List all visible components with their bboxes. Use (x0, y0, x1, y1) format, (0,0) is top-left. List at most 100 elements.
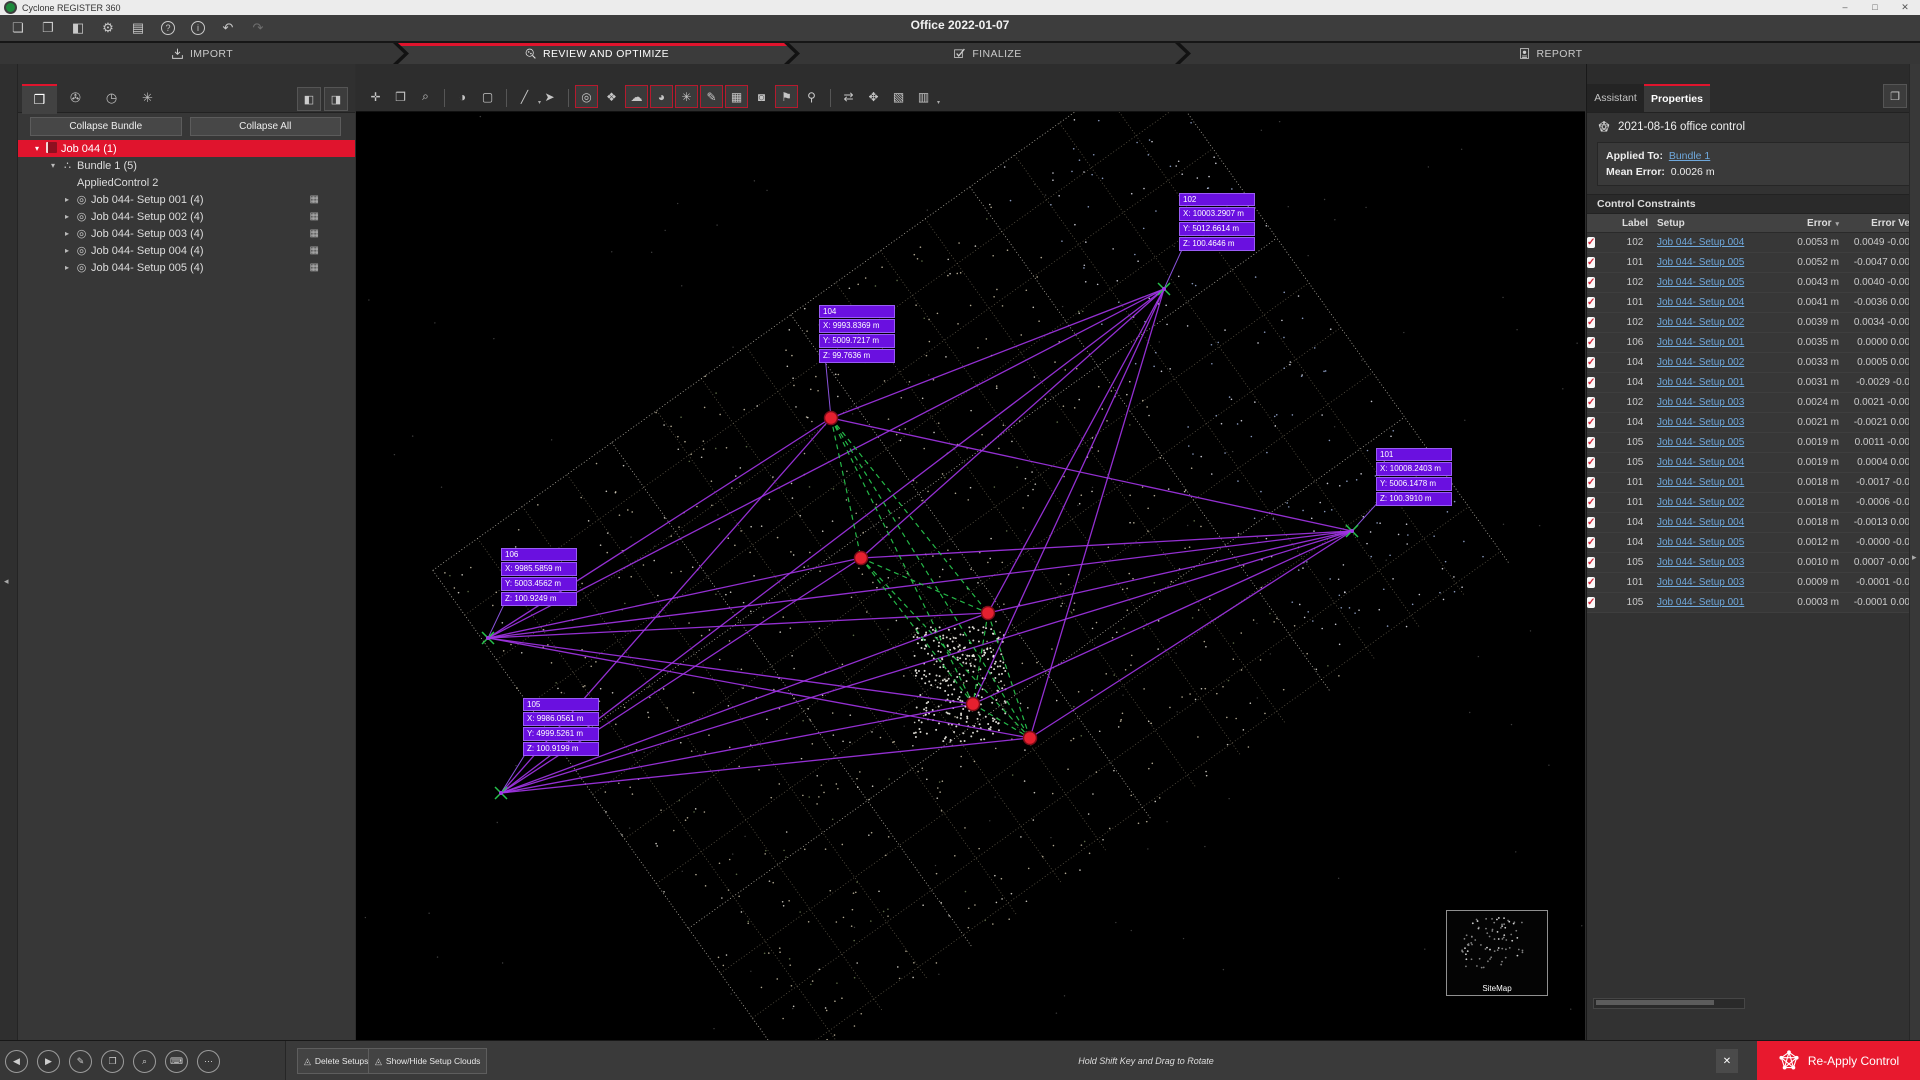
control-point-label[interactable]: 102X: 10003.2907 mY: 5012.6614 mZ: 100.4… (1179, 193, 1255, 252)
row-checkbox[interactable]: ✓ (1587, 557, 1595, 568)
setup-link[interactable]: Job 044- Setup 003 (1657, 557, 1744, 568)
minimize-button[interactable]: – (1830, 2, 1860, 13)
draw-link-icon[interactable]: ✎ (700, 85, 723, 108)
setup-node[interactable] (1024, 732, 1037, 745)
close-button[interactable]: ✕ (1890, 2, 1920, 13)
constraint-row[interactable]: ✓101Job 044- Setup 0040.0041 m-0.0036 0.… (1587, 293, 1910, 313)
pick-point-icon[interactable]: ➤ (538, 85, 561, 108)
constraint-row[interactable]: ✓104Job 044- Setup 0030.0021 m-0.0021 0.… (1587, 413, 1910, 433)
setup-link[interactable]: Job 044- Setup 002 (1657, 357, 1744, 368)
constraint-row[interactable]: ✓101Job 044- Setup 0030.0009 m-0.0001 -0… (1587, 573, 1910, 593)
setup-link[interactable]: Job 044- Setup 004 (1657, 237, 1744, 248)
constraint-row[interactable]: ✓102Job 044- Setup 0050.0043 m0.0040 -0.… (1587, 273, 1910, 293)
constraint-row[interactable]: ✓102Job 044- Setup 0040.0053 m0.0049 -0.… (1587, 233, 1910, 253)
setup-link[interactable]: Job 044- Setup 005 (1657, 537, 1744, 548)
expander-icon[interactable]: ▾ (46, 161, 60, 170)
constraint-row[interactable]: ✓101Job 044- Setup 0020.0018 m-0.0006 -0… (1587, 493, 1910, 513)
constraint-row[interactable]: ✓102Job 044- Setup 0020.0039 m0.0034 -0.… (1587, 313, 1910, 333)
viewport-canvas[interactable]: SiteMap 102X: 10003.2907 mY: 5012.6614 m… (356, 112, 1585, 1040)
image-badge-icon[interactable]: ▦ (310, 211, 319, 222)
workflow-step-report[interactable]: REPORT (1180, 43, 1920, 64)
row-checkbox[interactable]: ✓ (1587, 457, 1595, 468)
tree-item[interactable]: ▸◎Job 044- Setup 004 (4)▦ (18, 242, 355, 259)
constraint-row[interactable]: ✓104Job 044- Setup 0020.0033 m0.0005 0.0… (1587, 353, 1910, 373)
control-point-label[interactable]: 105X: 9986.0561 mY: 4999.5261 mZ: 100.91… (523, 698, 599, 757)
tab-control[interactable]: ✳ (130, 84, 165, 112)
multi-select-icon[interactable]: ✛ (364, 85, 387, 108)
constraint-row[interactable]: ✓104Job 044- Setup 0010.0031 m-0.0029 -0… (1587, 373, 1910, 393)
column-header[interactable]: Label (1613, 218, 1657, 229)
show-control-icon[interactable]: ✳ (675, 85, 698, 108)
nav-forward-icon[interactable]: ▶ (37, 1050, 60, 1073)
sitemap-minimap[interactable]: SiteMap (1446, 910, 1548, 996)
tab-history[interactable]: ◷ (94, 84, 129, 112)
tab-assistant[interactable]: Assistant (1587, 84, 1644, 112)
undo-icon[interactable]: ↶ (216, 18, 240, 38)
tree-item[interactable]: ▸◎Job 044- Setup 003 (4)▦ (18, 225, 355, 242)
control-target-node[interactable] (1350, 529, 1354, 533)
duplicate-view-icon[interactable]: ❐ (389, 85, 412, 108)
setup-node[interactable] (855, 552, 868, 565)
image-badge-icon[interactable]: ▦ (310, 228, 319, 239)
pano-view-icon[interactable]: ⚲ (800, 85, 823, 108)
tab-links[interactable]: ✇ (58, 84, 93, 112)
workflow-step-review-and-optimize[interactable]: REVIEW AND OPTIMIZE (398, 43, 795, 64)
dropdown-arrow-icon[interactable]: ▾ (937, 99, 940, 106)
row-checkbox[interactable]: ✓ (1587, 337, 1595, 348)
control-point-label[interactable]: 101X: 10008.2403 mY: 5006.1478 mZ: 100.3… (1376, 448, 1452, 507)
constraint-row[interactable]: ✓101Job 044- Setup 0010.0018 m-0.0017 -0… (1587, 473, 1910, 493)
sort-arrow-icon[interactable]: ▾ (1835, 221, 1839, 228)
show-setups-icon[interactable]: ◎ (575, 85, 598, 108)
dismiss-hint-button[interactable]: ✕ (1716, 1049, 1738, 1073)
row-checkbox[interactable]: ✓ (1587, 537, 1595, 548)
show-tags-icon[interactable]: ❖ (600, 85, 623, 108)
setup-link[interactable]: Job 044- Setup 001 (1657, 377, 1744, 388)
delete-setups-button[interactable]: ◬ Delete Setups (297, 1048, 375, 1074)
more-options-icon[interactable]: ⋯ (197, 1050, 220, 1073)
tree-item[interactable]: AppliedControl 2 (18, 174, 355, 191)
setup-link[interactable]: Job 044- Setup 001 (1657, 337, 1744, 348)
help-icon[interactable]: ? (156, 18, 180, 38)
setup-node[interactable] (982, 607, 995, 620)
import-data-icon[interactable]: ❐ (36, 18, 60, 38)
layout-views-icon[interactable]: ❐ (101, 1050, 124, 1073)
constraint-row[interactable]: ✓101Job 044- Setup 0050.0052 m-0.0047 0.… (1587, 253, 1910, 273)
show-clouds-icon[interactable]: ☁ (625, 85, 648, 108)
storage-icon[interactable]: ▤ (126, 18, 150, 38)
setup-link[interactable]: Job 044- Setup 003 (1657, 577, 1744, 588)
row-checkbox[interactable]: ✓ (1587, 277, 1595, 288)
tree-item[interactable]: ▾∴Bundle 1 (5) (18, 157, 355, 174)
row-checkbox[interactable]: ✓ (1587, 297, 1595, 308)
tree-item[interactable]: ▾Job 044 (1) (18, 140, 355, 157)
setup-link[interactable]: Job 044- Setup 004 (1657, 457, 1744, 468)
control-target-node[interactable] (499, 791, 503, 795)
tree-item[interactable]: ▸◎Job 044- Setup 002 (4)▦ (18, 208, 355, 225)
move-axes-icon[interactable]: ✥ (862, 85, 885, 108)
limit-box-icon[interactable]: ▢ (476, 85, 499, 108)
setup-link[interactable]: Job 044- Setup 001 (1657, 597, 1744, 608)
column-header[interactable]: Error▾ (1787, 218, 1847, 229)
row-checkbox[interactable]: ✓ (1587, 417, 1595, 428)
row-checkbox[interactable]: ✓ (1587, 357, 1595, 368)
open-project-icon[interactable]: ❏ (6, 18, 30, 38)
publish-icon[interactable]: ◧ (66, 18, 90, 38)
show-images-icon[interactable]: ▦ (725, 85, 748, 108)
nav-back-icon[interactable]: ◀ (5, 1050, 28, 1073)
constraint-row[interactable]: ✓106Job 044- Setup 0010.0035 m0.0000 0.0… (1587, 333, 1910, 353)
setup-node[interactable] (825, 412, 838, 425)
workflow-step-finalize[interactable]: FINALIZE (789, 43, 1186, 64)
workflow-step-import[interactable]: IMPORT (0, 43, 404, 64)
annotate-icon[interactable]: ✎ (69, 1050, 92, 1073)
expander-icon[interactable]: ▾ (30, 144, 44, 153)
tree-item[interactable]: ▸◎Job 044- Setup 005 (4)▦ (18, 259, 355, 276)
tab-project-explorer[interactable]: ❒ (22, 84, 57, 114)
expander-icon[interactable]: ▸ (60, 246, 74, 255)
row-checkbox[interactable]: ✓ (1587, 517, 1595, 528)
setup-node[interactable] (967, 698, 980, 711)
column-header[interactable]: Error Ve (1847, 218, 1910, 229)
show-spheres-icon[interactable]: ◕ (650, 85, 673, 108)
setup-link[interactable]: Job 044- Setup 003 (1657, 397, 1744, 408)
measure-icon[interactable]: ╱▾ (513, 85, 536, 108)
image-badge-icon[interactable]: ▦ (310, 245, 319, 256)
constraint-row[interactable]: ✓102Job 044- Setup 0030.0024 m0.0021 -0.… (1587, 393, 1910, 413)
